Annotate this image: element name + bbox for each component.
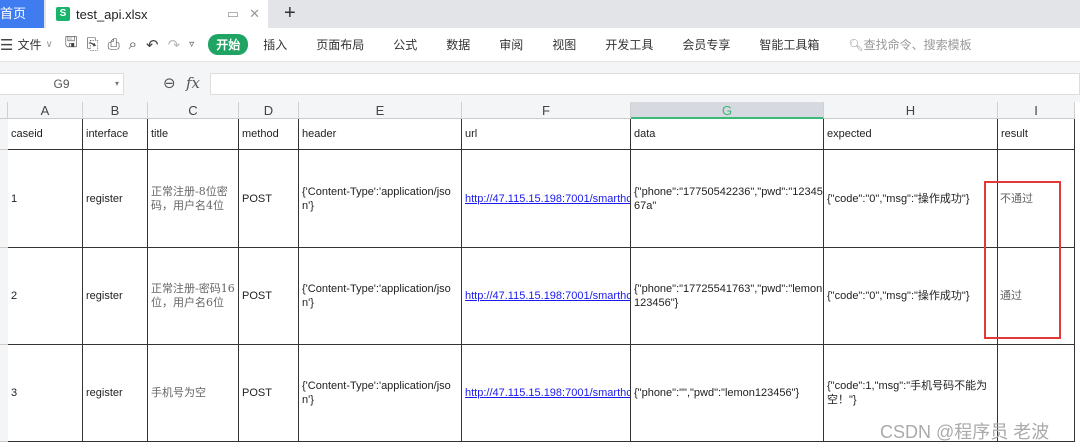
- cell-header[interactable]: {'Content-Type':'application/json'}: [299, 248, 462, 345]
- column-header-G[interactable]: G: [631, 102, 824, 119]
- fx-icon[interactable]: fx: [186, 74, 200, 92]
- undo-icon[interactable]: ↶: [146, 36, 159, 54]
- cell-title[interactable]: 正常注册-密码16位，用户名6位: [148, 248, 239, 345]
- cell-interface[interactable]: register: [83, 248, 148, 345]
- highlight-box: [984, 181, 1061, 339]
- tab-bar: 首页 S test_api.xlsx ▭ ✕ +: [0, 0, 1080, 28]
- header-cell-result[interactable]: result: [998, 119, 1075, 150]
- tab-start[interactable]: 开始: [208, 34, 249, 55]
- cell-url[interactable]: http://47.115.15.198:7001/smarthc: [462, 150, 631, 248]
- toolbar: ☰ 文件 ∨ 🖫 ⎘ ⎙ ⌕ ↶ ↷ ▿ 开始 插入 页面布局 公式 数据 审阅…: [0, 28, 1080, 62]
- header-cell-data[interactable]: data: [631, 119, 824, 150]
- cell-method[interactable]: POST: [239, 150, 299, 248]
- tab-formulas[interactable]: 公式: [393, 36, 417, 53]
- print-preview-icon[interactable]: ⌕: [129, 36, 137, 53]
- export-icon[interactable]: ⎘: [87, 36, 99, 53]
- close-icon[interactable]: ✕: [249, 6, 260, 22]
- cell-caseid[interactable]: 2: [8, 248, 83, 345]
- select-all-corner[interactable]: [0, 102, 8, 119]
- search-icon: 🔍︎: [848, 37, 864, 52]
- column-header-E[interactable]: E: [299, 102, 462, 119]
- new-tab-button[interactable]: +: [284, 2, 296, 25]
- file-menu[interactable]: 文件: [17, 36, 41, 53]
- dropdown-icon[interactable]: ▾: [115, 74, 119, 94]
- row-header[interactable]: [0, 248, 8, 345]
- cell-caseid[interactable]: 1: [8, 150, 83, 248]
- cell-header[interactable]: {'Content-Type':'application/json'}: [299, 345, 462, 442]
- column-header-I[interactable]: I: [998, 102, 1075, 119]
- column-header-F[interactable]: F: [462, 102, 631, 119]
- column-header-C[interactable]: C: [148, 102, 239, 119]
- spreadsheet-icon: S: [56, 7, 70, 21]
- tab-page-layout[interactable]: 页面布局: [316, 36, 364, 53]
- header-cell-method[interactable]: method: [239, 119, 299, 150]
- url-link[interactable]: http://47.115.15.198:7001/smarthc: [465, 386, 630, 400]
- row-header[interactable]: [0, 119, 8, 150]
- cell-interface[interactable]: register: [83, 345, 148, 442]
- tab-file[interactable]: S test_api.xlsx ▭ ✕: [46, 0, 268, 28]
- tab-developer[interactable]: 开发工具: [605, 36, 653, 53]
- header-cell-header[interactable]: header: [299, 119, 462, 150]
- cell-url[interactable]: http://47.115.15.198:7001/smarthc: [462, 248, 631, 345]
- header-cell-expected[interactable]: expected: [824, 119, 998, 150]
- cell-data[interactable]: {"phone":"","pwd":"lemon123456"}: [631, 345, 824, 442]
- tab-review[interactable]: 审阅: [499, 36, 523, 53]
- header-cell-caseid[interactable]: caseid: [8, 119, 83, 150]
- cell-interface[interactable]: register: [83, 150, 148, 248]
- redo-icon[interactable]: ↷: [168, 36, 181, 54]
- tab-member[interactable]: 会员专享: [682, 36, 730, 53]
- column-header-D[interactable]: D: [239, 102, 299, 119]
- cell-data[interactable]: {"phone":"17750542236","pwd":"1234567a": [631, 150, 824, 248]
- url-link[interactable]: http://47.115.15.198:7001/smarthc: [465, 289, 630, 303]
- column-header-A[interactable]: A: [8, 102, 83, 119]
- url-link[interactable]: http://47.115.15.198:7001/smarthc: [465, 192, 630, 206]
- cell-method[interactable]: POST: [239, 345, 299, 442]
- cell-method[interactable]: POST: [239, 248, 299, 345]
- cell-ref: G9: [53, 77, 70, 91]
- save-icon[interactable]: 🖫: [65, 32, 78, 57]
- tab-smart-tools[interactable]: 智能工具箱: [759, 36, 819, 53]
- tab-view[interactable]: 视图: [552, 36, 576, 53]
- command-search[interactable]: 查找命令、搜索模板: [864, 36, 972, 53]
- row-header[interactable]: [0, 150, 8, 248]
- chevron-down-icon[interactable]: ∨: [45, 39, 52, 50]
- formula-input[interactable]: [210, 73, 1080, 95]
- monitor-icon[interactable]: ▭: [227, 6, 239, 22]
- cell-header[interactable]: {'Content-Type':'application/json'}: [299, 150, 462, 248]
- cell-caseid[interactable]: 3: [8, 345, 83, 442]
- cell-url[interactable]: http://47.115.15.198:7001/smarthc: [462, 345, 631, 442]
- cell-data[interactable]: {"phone":"17725541763","pwd":"lemon12345…: [631, 248, 824, 345]
- row-header[interactable]: [0, 345, 8, 442]
- formula-bar: G9 ▾ ⊖ fx: [0, 62, 1080, 102]
- menu-icon[interactable]: ☰: [0, 36, 13, 54]
- print-icon[interactable]: ⎙: [108, 36, 120, 53]
- tab-data[interactable]: 数据: [446, 36, 470, 53]
- cell-title[interactable]: 正常注册-8位密码，用户名4位: [148, 150, 239, 248]
- cell-title[interactable]: 手机号为空: [148, 345, 239, 442]
- header-cell-title[interactable]: title: [148, 119, 239, 150]
- file-tab-label: test_api.xlsx: [76, 6, 148, 22]
- header-cell-url[interactable]: url: [462, 119, 631, 150]
- watermark: CSDN @程序员 老波: [880, 422, 1050, 442]
- zoom-icon[interactable]: ⊖: [163, 74, 176, 92]
- column-header-B[interactable]: B: [83, 102, 148, 119]
- tab-home[interactable]: 首页: [0, 0, 44, 28]
- more-icon[interactable]: ▿: [189, 39, 194, 50]
- cell-expected[interactable]: {"code":"0","msg":"操作成功"}: [824, 248, 998, 345]
- column-header-H[interactable]: H: [824, 102, 998, 119]
- tab-insert[interactable]: 插入: [263, 36, 287, 53]
- cell-expected[interactable]: {"code":"0","msg":"操作成功"}: [824, 150, 998, 248]
- name-box[interactable]: G9 ▾: [0, 73, 124, 95]
- header-cell-interface[interactable]: interface: [83, 119, 148, 150]
